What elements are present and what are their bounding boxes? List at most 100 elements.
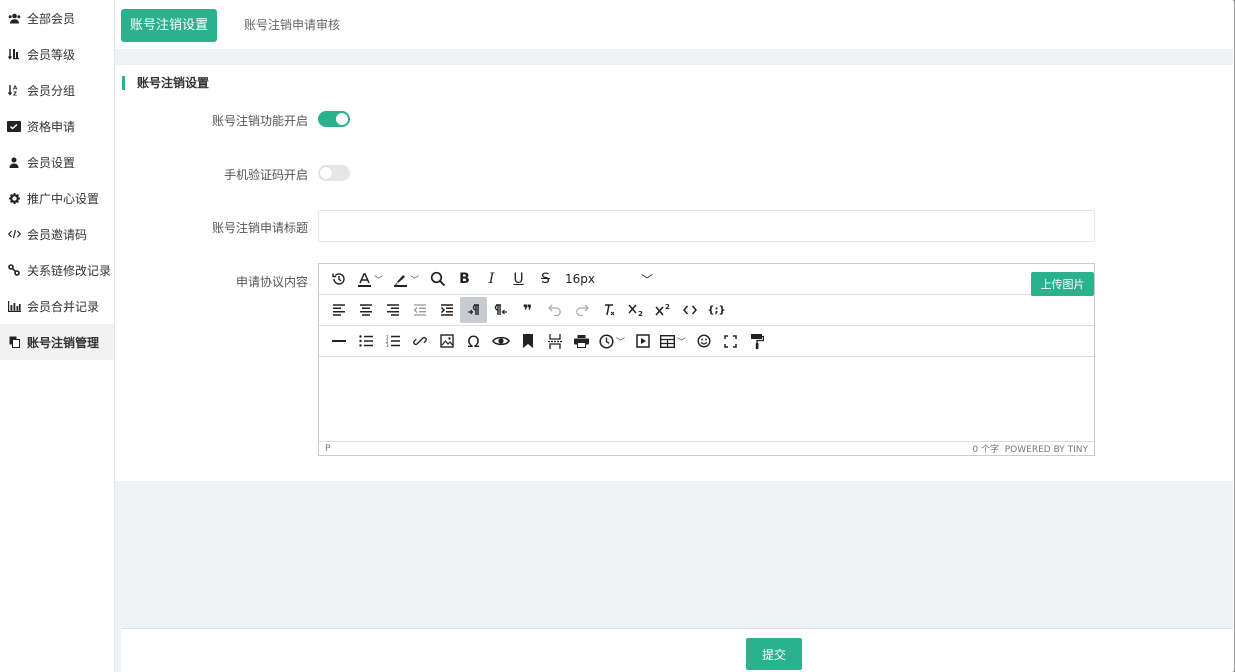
tab-bar: 账号注销设置 账号注销申请审核 (115, 0, 1233, 49)
history-icon[interactable] (325, 266, 352, 292)
editor-status-bar: P 0 个字 POWERED BY TINY (319, 441, 1094, 455)
toggle-knob (320, 167, 332, 179)
chevron-down-icon: ﹀ (676, 337, 686, 348)
search-icon[interactable] (424, 266, 451, 292)
italic-icon[interactable]: I (478, 266, 505, 292)
sidebar-item-member-level[interactable]: 会员等级 (0, 36, 114, 72)
sort-alpha-icon: AZ (7, 83, 21, 97)
template-icon[interactable]: {;} (703, 297, 730, 323)
text-color-icon[interactable]: ﹀ (352, 266, 388, 292)
special-char-icon[interactable]: Ω (460, 328, 487, 354)
emoji-icon[interactable] (690, 328, 717, 354)
table-icon[interactable]: ﹀ (656, 328, 690, 354)
sidebar-item-member-group[interactable]: AZ 会员分组 (0, 72, 114, 108)
font-size-select[interactable]: 16px ﹀ (559, 266, 659, 292)
clear-format-icon[interactable] (595, 297, 622, 323)
subscript-icon[interactable]: 2 (622, 297, 649, 323)
sidebar-item-merge-log[interactable]: 会员合并记录 (0, 288, 114, 324)
outdent-icon[interactable] (406, 297, 433, 323)
gear-icon (7, 191, 21, 205)
editor-toolbar-row-1: ﹀ ﹀ B I U S 16px ﹀ 上传图片 (319, 264, 1094, 296)
print-icon[interactable] (568, 328, 595, 354)
ltr-paragraph-icon[interactable] (460, 297, 487, 323)
section-title: 账号注销设置 (122, 76, 209, 90)
chevron-down-icon: ﹀ (373, 275, 383, 286)
toggle-knob (336, 113, 348, 125)
bullet-list-icon[interactable] (352, 328, 379, 354)
editor-toolbar-row-2: ❞ 2 2 {;} (319, 295, 1094, 326)
undo-icon[interactable] (541, 297, 568, 323)
highlight-color-icon[interactable]: ﹀ (388, 266, 424, 292)
cancel-enabled-toggle[interactable] (318, 111, 350, 127)
chevron-down-icon: ﹀ (615, 337, 625, 348)
font-size-value: 16px (565, 272, 595, 286)
submit-button[interactable]: 提交 (746, 638, 802, 670)
numbered-list-icon[interactable]: 123 (379, 328, 406, 354)
sidebar-item-label: 会员邀请码 (27, 227, 88, 242)
redo-icon[interactable] (568, 297, 595, 323)
sidebar-item-account-cancel[interactable]: 账号注销管理 (0, 324, 114, 360)
editor-content-area[interactable] (319, 358, 1094, 441)
link-icon (7, 263, 21, 277)
cancel-title-label: 账号注销申请标题 (211, 221, 308, 235)
user-icon (7, 155, 21, 169)
copy-icon (7, 335, 21, 349)
link-insert-icon[interactable] (406, 328, 433, 354)
image-insert-icon[interactable] (433, 328, 460, 354)
tab-cancel-settings[interactable]: 账号注销设置 (121, 9, 217, 42)
bookmark-icon[interactable] (514, 328, 541, 354)
upload-image-button[interactable]: 上传图片 (1031, 272, 1094, 296)
powered-by-link[interactable]: POWERED BY TINY (1005, 445, 1088, 455)
align-left-icon[interactable] (325, 297, 352, 323)
indent-icon[interactable] (433, 297, 460, 323)
fullscreen-icon[interactable] (717, 328, 744, 354)
element-path[interactable]: P (325, 444, 330, 454)
main-content: 账号注销设置 账号注销申请审核 账号注销设置 账号注销功能开启 手机验证码开启 … (115, 0, 1233, 672)
sidebar-item-label: 资格申请 (27, 119, 76, 134)
underline-icon[interactable]: U (505, 266, 532, 292)
svg-text:Z: Z (13, 92, 17, 97)
sidebar-item-qualification[interactable]: 资格申请 (0, 108, 114, 144)
sidebar-item-all-members[interactable]: 全部会员 (0, 0, 114, 36)
format-painter-icon[interactable] (744, 328, 771, 354)
sms-verify-label: 手机验证码开启 (223, 168, 308, 182)
sidebar-item-promo-center[interactable]: 推广中心设置 (0, 180, 114, 216)
svg-text:3: 3 (386, 343, 389, 347)
source-code-icon[interactable] (676, 297, 703, 323)
datetime-icon[interactable]: ﹀ (595, 328, 629, 354)
rtl-paragraph-icon[interactable] (487, 297, 514, 323)
strikethrough-icon[interactable]: S (532, 266, 559, 292)
chevron-down-icon: ﹀ (409, 275, 419, 286)
align-right-icon[interactable] (379, 297, 406, 323)
sidebar-item-relation-log[interactable]: 关系链修改记录 (0, 252, 114, 288)
page-break-icon[interactable] (541, 328, 568, 354)
sidebar-item-label: 全部会员 (27, 11, 76, 26)
bar-chart-icon (7, 299, 21, 313)
sidebar-item-invite-code[interactable]: 会员邀请码 (0, 216, 114, 252)
settings-panel: 账号注销设置 账号注销功能开启 手机验证码开启 账号注销申请标题 申请协议内容 … (115, 65, 1233, 481)
sms-verify-toggle[interactable] (318, 165, 350, 181)
sidebar-item-label: 会员合并记录 (27, 299, 100, 314)
align-center-icon[interactable] (352, 297, 379, 323)
horizontal-rule-icon[interactable] (325, 328, 352, 354)
sidebar-item-label: 会员等级 (27, 47, 76, 62)
cancel-title-input[interactable] (318, 210, 1095, 242)
cancel-enabled-label: 账号注销功能开启 (211, 114, 308, 128)
blockquote-icon[interactable]: ❞ (514, 297, 541, 323)
agreement-label: 申请协议内容 (235, 275, 308, 289)
sidebar-item-member-settings[interactable]: 会员设置 (0, 144, 114, 180)
code-icon (7, 227, 21, 241)
media-insert-icon[interactable] (629, 328, 656, 354)
footer-bar: 提交 (121, 628, 1233, 672)
preview-eye-icon[interactable] (487, 328, 514, 354)
sidebar-item-label: 账号注销管理 (27, 335, 100, 350)
svg-text:2: 2 (665, 303, 670, 311)
word-count[interactable]: 0 个字 (972, 445, 999, 455)
superscript-icon[interactable]: 2 (649, 297, 676, 323)
bold-icon[interactable]: B (451, 266, 478, 292)
tab-cancel-review[interactable]: 账号注销申请审核 (244, 9, 340, 42)
id-card-icon (7, 119, 21, 133)
sidebar-item-label: 会员分组 (27, 83, 76, 98)
status-right: 0 个字 POWERED BY TINY (972, 442, 1088, 455)
svg-text:2: 2 (638, 310, 643, 317)
